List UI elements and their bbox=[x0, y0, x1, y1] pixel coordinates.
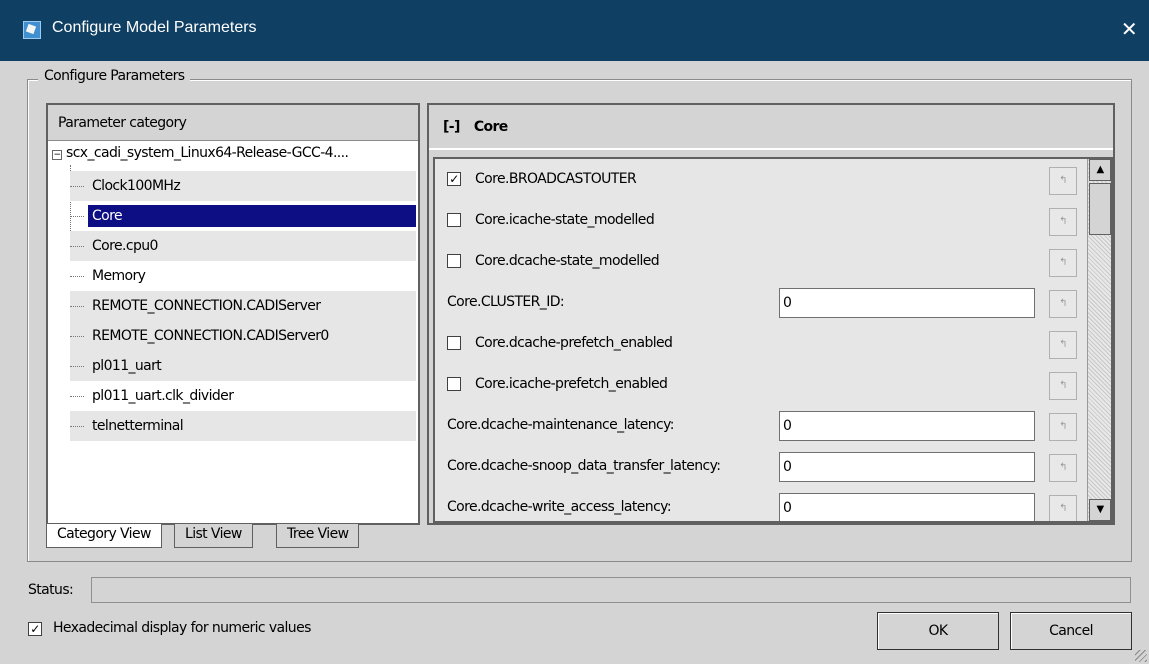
reset-default-button[interactable]: ↰ bbox=[1049, 249, 1077, 277]
parameter-name: Core.icache-state_modelled bbox=[475, 212, 655, 228]
scroll-thumb[interactable] bbox=[1089, 183, 1111, 235]
tree-root-label: scx_cadi_system_Linux64-Release-GCC-4...… bbox=[66, 145, 349, 161]
group-label: Configure Parameters bbox=[38, 68, 191, 84]
parameter-checkbox[interactable] bbox=[447, 213, 461, 227]
parameter-checkbox[interactable] bbox=[447, 254, 461, 268]
tree-item[interactable]: REMOTE_CONNECTION.CADIServer bbox=[70, 291, 416, 321]
tree-item-label: Core.cpu0 bbox=[92, 238, 158, 254]
window-title: Configure Model Parameters bbox=[52, 19, 257, 36]
tree-item[interactable]: telnetterminal bbox=[70, 411, 416, 441]
section-title: Core bbox=[473, 119, 509, 135]
parameter-row: ✓ Core.BROADCASTOUTER ↰ bbox=[435, 159, 1083, 200]
parameter-value-input[interactable]: 0 bbox=[779, 493, 1035, 521]
collapse-toggle[interactable]: [-] bbox=[443, 119, 460, 135]
tree-item[interactable]: pl011_uart bbox=[70, 351, 416, 381]
tree-item-label: REMOTE_CONNECTION.CADIServer0 bbox=[92, 328, 329, 344]
category-panel: Parameter category − scx_cadi_system_Linu… bbox=[46, 103, 420, 525]
parameter-row: Core.dcache-snoop_data_transfer_latency:… bbox=[435, 446, 1083, 487]
parameter-row: Core.dcache-state_modelled ↰ bbox=[435, 241, 1083, 282]
status-field bbox=[91, 577, 1131, 603]
status-label: Status: bbox=[28, 582, 74, 598]
parameter-checkbox[interactable] bbox=[447, 377, 461, 391]
parameter-name: Core.BROADCASTOUTER bbox=[475, 171, 637, 187]
tree-items: Clock100MHz Core Core.cpu0 Memory REMOTE_CON… bbox=[70, 171, 416, 441]
app-icon bbox=[23, 21, 41, 39]
tree-root[interactable]: − scx_cadi_system_Linux64-Release-GCC-4..… bbox=[52, 145, 349, 167]
tab-tree-view[interactable]: Tree View bbox=[276, 524, 360, 548]
tree-item-label: telnetterminal bbox=[92, 418, 184, 434]
tree-item[interactable]: REMOTE_CONNECTION.CADIServer0 bbox=[70, 321, 416, 351]
reset-default-button[interactable]: ↰ bbox=[1049, 372, 1077, 400]
ok-button[interactable]: OK bbox=[877, 612, 999, 650]
scroll-up-button[interactable]: ▲ bbox=[1089, 159, 1111, 181]
resize-grip[interactable] bbox=[1135, 650, 1147, 662]
reset-default-button[interactable]: ↰ bbox=[1049, 208, 1077, 236]
tree-item-label: pl011_uart.clk_divider bbox=[92, 388, 234, 404]
parameter-checkbox[interactable]: ✓ bbox=[447, 172, 461, 186]
tree-item-label: Memory bbox=[92, 268, 146, 284]
tree-item[interactable]: Core bbox=[70, 201, 416, 231]
parameters-header: [-] Core bbox=[429, 105, 1113, 150]
view-tabs: Category View List View Tree View bbox=[46, 524, 416, 552]
parameter-value-input[interactable]: 0 bbox=[779, 452, 1035, 482]
hex-label[interactable]: Hexadecimal display for numeric values bbox=[53, 620, 311, 636]
parameter-name: Core.dcache-prefetch_enabled bbox=[475, 335, 673, 351]
parameter-list: Core.dcache-write_access_latency: 0 ↰ Core.… bbox=[433, 157, 1113, 523]
parameter-name: Core.dcache-write_access_latency: bbox=[447, 499, 672, 515]
reset-default-button[interactable]: ↰ bbox=[1049, 331, 1077, 359]
scroll-down-button[interactable]: ▼ bbox=[1089, 499, 1111, 521]
tree-item[interactable]: Memory bbox=[70, 261, 416, 291]
tree-item-label: Core bbox=[88, 205, 416, 227]
hex-checkbox[interactable]: ✓ bbox=[28, 622, 42, 636]
tab-list-view[interactable]: List View bbox=[174, 524, 253, 548]
tree-item-label: pl011_uart bbox=[92, 358, 162, 374]
parameter-name: Core.icache-prefetch_enabled bbox=[475, 376, 668, 392]
reset-default-button[interactable]: ↰ bbox=[1049, 167, 1077, 195]
tree-item[interactable]: pl011_uart.clk_divider bbox=[70, 381, 416, 411]
parameter-row: Core.dcache-prefetch_enabled ↰ bbox=[435, 323, 1083, 364]
tree-item[interactable]: Clock100MHz bbox=[70, 171, 416, 201]
tree-item-label: Clock100MHz bbox=[92, 178, 181, 194]
parameter-value-input[interactable]: 0 bbox=[779, 411, 1035, 441]
collapse-icon[interactable]: − bbox=[52, 150, 62, 160]
scrollbar[interactable]: ▲ ▼ bbox=[1087, 159, 1111, 521]
parameter-row: Core.CLUSTER_ID: 0 ↰ bbox=[435, 282, 1083, 323]
tree-item-label: REMOTE_CONNECTION.CADIServer bbox=[92, 298, 321, 314]
parameter-name: Core.CLUSTER_ID: bbox=[447, 294, 565, 310]
parameter-checkbox[interactable] bbox=[447, 336, 461, 350]
reset-default-button[interactable]: ↰ bbox=[1049, 454, 1077, 482]
parameter-row: Core.dcache-maintenance_latency: 0 ↰ bbox=[435, 405, 1083, 446]
parameter-row: Core.dcache-write_access_latency: 0 ↰ bbox=[435, 487, 1083, 521]
close-button[interactable]: ✕ bbox=[1109, 10, 1149, 48]
tree-item[interactable]: Core.cpu0 bbox=[70, 231, 416, 261]
title-bar: Configure Model Parameters ✕ bbox=[0, 0, 1149, 61]
reset-default-button[interactable]: ↰ bbox=[1049, 413, 1077, 441]
parameter-name: Core.dcache-snoop_data_transfer_latency: bbox=[447, 458, 721, 474]
parameter-row: Core.icache-prefetch_enabled ↰ bbox=[435, 364, 1083, 405]
tab-category-view[interactable]: Category View bbox=[46, 524, 162, 548]
reset-default-button[interactable]: ↰ bbox=[1049, 495, 1077, 521]
parameter-row: Core.icache-state_modelled ↰ bbox=[435, 200, 1083, 241]
parameters-panel: [-] Core Core.dcache-write_access_latency… bbox=[427, 103, 1115, 525]
reset-default-button[interactable]: ↰ bbox=[1049, 290, 1077, 318]
parameter-name: Core.dcache-state_modelled bbox=[475, 253, 660, 269]
cancel-button[interactable]: Cancel bbox=[1010, 612, 1132, 650]
parameter-name: Core.dcache-maintenance_latency: bbox=[447, 417, 675, 433]
parameter-value-input[interactable]: 0 bbox=[779, 288, 1035, 318]
category-header: Parameter category bbox=[48, 105, 418, 141]
